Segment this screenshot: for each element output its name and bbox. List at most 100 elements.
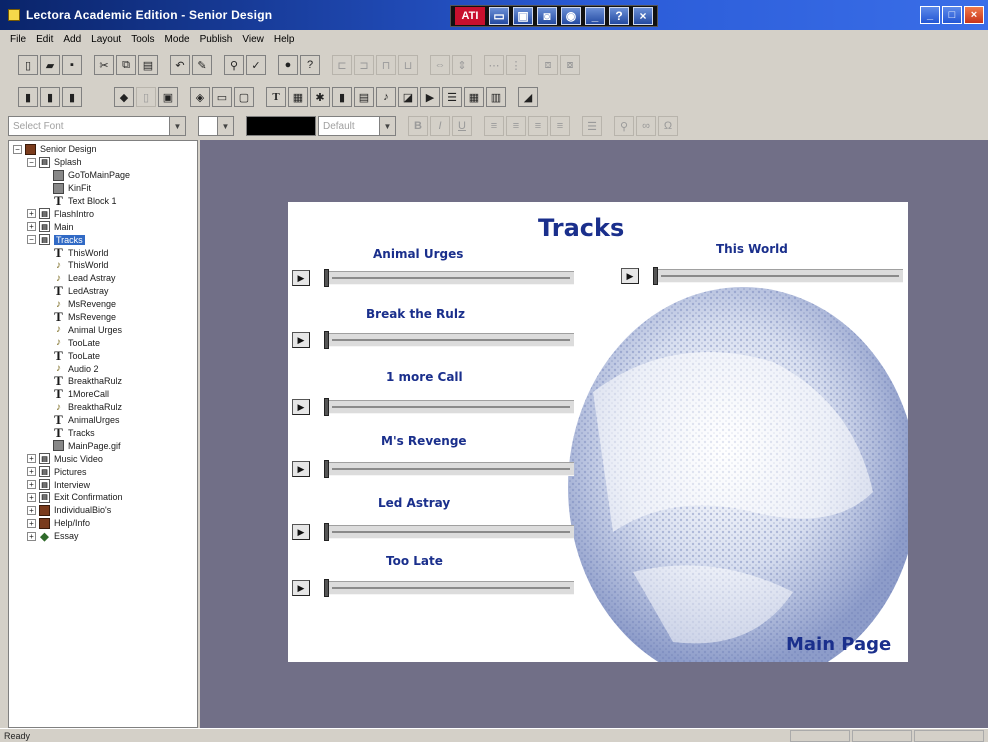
expand-icon[interactable]: + [27, 209, 36, 219]
slider-thumb[interactable] [324, 398, 329, 416]
slider-thumb[interactable] [324, 269, 329, 287]
collapse-icon[interactable]: − [27, 157, 36, 167]
document-icon[interactable]: ▤ [354, 87, 374, 107]
italic-button[interactable]: I [430, 116, 450, 136]
align-right-icon[interactable]: ⊓ [376, 55, 396, 75]
text-align-center-icon[interactable]: ≡ [506, 116, 526, 136]
collapse-icon[interactable]: − [13, 144, 22, 154]
section-icon[interactable]: ▮ [62, 87, 82, 107]
display-settings-icon[interactable]: ▣ [513, 7, 533, 25]
expand-icon[interactable]: + [27, 505, 36, 515]
flash-icon[interactable]: ▶ [420, 87, 440, 107]
zoom-icon[interactable]: ⚲ [614, 116, 634, 136]
tree-item[interactable]: − Senior Design [9, 143, 197, 156]
preview-icon[interactable]: ● [278, 55, 298, 75]
spell-check-icon[interactable]: ✓ [246, 55, 266, 75]
bullets-icon[interactable]: ☰ [582, 116, 602, 136]
expand-icon[interactable]: + [27, 454, 36, 464]
minimize-button[interactable]: _ [920, 6, 940, 24]
audio-seek-slider[interactable] [324, 269, 574, 287]
insert-special-icon[interactable]: Ω [658, 116, 678, 136]
tree-item[interactable]: − ▤ Tracks [9, 233, 197, 246]
menu-publish[interactable]: Publish [200, 34, 233, 45]
underline-button[interactable]: U [452, 116, 472, 136]
play-button[interactable]: ▶ [292, 580, 310, 596]
tree-item[interactable]: + ▤ Interview [9, 478, 197, 491]
play-button[interactable]: ▶ [292, 332, 310, 348]
color-icon[interactable]: ◉ [561, 7, 581, 25]
chevron-down-icon[interactable]: ▼ [217, 117, 233, 135]
form-icon[interactable]: ▢ [234, 87, 254, 107]
tree-item[interactable]: ♪ TooLate [9, 336, 197, 349]
tree-item[interactable]: T TooLate [9, 348, 197, 363]
tree-item[interactable]: T ThisWorld [9, 245, 197, 260]
align-top-icon[interactable]: ⊔ [398, 55, 418, 75]
maximize-button[interactable]: □ [942, 6, 962, 24]
space-horizontal-icon[interactable]: ⋯ [484, 55, 504, 75]
paste-icon[interactable]: ▤ [138, 55, 158, 75]
new-file-icon[interactable]: ▯ [18, 55, 38, 75]
tree-item[interactable]: + ◆ Essay [9, 530, 197, 543]
tv-icon[interactable]: ◙ [537, 7, 557, 25]
ati-help-button[interactable]: ? [609, 7, 629, 25]
play-button[interactable]: ▶ [292, 524, 310, 540]
slider-thumb[interactable] [324, 331, 329, 349]
action-icon[interactable]: ◈ [190, 87, 210, 107]
audio-seek-slider[interactable] [324, 398, 574, 416]
assessment-icon[interactable]: ◆ [114, 87, 134, 107]
open-folder-icon[interactable]: ▰ [40, 55, 60, 75]
ati-close-button[interactable]: × [633, 7, 653, 25]
align-center-icon[interactable]: ⊐ [354, 55, 374, 75]
chevron-down-icon[interactable]: ▼ [169, 117, 185, 135]
tree-item[interactable]: ♪ BreakthaRulz [9, 401, 197, 414]
space-vertical-icon[interactable]: ⋮ [506, 55, 526, 75]
publish-icon[interactable]: ◢ [518, 87, 538, 107]
slider-thumb[interactable] [324, 460, 329, 478]
button-icon[interactable]: ▭ [212, 87, 232, 107]
color-select[interactable]: Default ▼ [318, 116, 396, 136]
tree-item[interactable]: T Text Block 1 [9, 193, 197, 208]
tree-item[interactable]: ♪ ThisWorld [9, 259, 197, 272]
expand-icon[interactable]: + [27, 531, 36, 541]
bold-button[interactable]: B [408, 116, 428, 136]
tree-item[interactable]: + Help/Info [9, 517, 197, 530]
send-back-icon[interactable]: ⧇ [560, 55, 580, 75]
animation-icon[interactable]: ✱ [310, 87, 330, 107]
title-icon[interactable]: ▮ [18, 87, 38, 107]
audio-seek-slider[interactable] [324, 460, 574, 478]
tree-item[interactable]: + ▤ Music Video [9, 452, 197, 465]
bring-front-icon[interactable]: ⧈ [538, 55, 558, 75]
play-button[interactable]: ▶ [292, 399, 310, 415]
tree-item[interactable]: T LedAstray [9, 283, 197, 298]
text-align-right-icon[interactable]: ≡ [528, 116, 548, 136]
insert-link-icon[interactable]: ∞ [636, 116, 656, 136]
slider-thumb[interactable] [324, 579, 329, 597]
shape-icon[interactable]: ◪ [398, 87, 418, 107]
main-page-link[interactable]: Main Page [786, 634, 891, 655]
tree-item[interactable]: ♪ Audio 2 [9, 362, 197, 375]
menu-tools[interactable]: Tools [131, 34, 154, 45]
close-button[interactable]: × [964, 6, 984, 24]
tree-item[interactable]: T BreakthaRulz [9, 373, 197, 388]
align-left-icon[interactable]: ⊏ [332, 55, 352, 75]
undo-icon[interactable]: ↶ [170, 55, 190, 75]
text-justify-icon[interactable]: ≡ [550, 116, 570, 136]
tree-item[interactable]: ♪ Lead Astray [9, 272, 197, 285]
play-button[interactable]: ▶ [292, 270, 310, 286]
copy-icon[interactable]: ⧉ [116, 55, 136, 75]
audio-seek-slider[interactable] [653, 267, 903, 285]
tree-item[interactable]: ♪ MsRevenge [9, 298, 197, 311]
tree-item[interactable]: + ▤ FlashIntro [9, 207, 197, 220]
expand-icon[interactable]: + [27, 518, 36, 528]
save-icon[interactable]: ▪ [62, 55, 82, 75]
slider-thumb[interactable] [653, 267, 658, 285]
audio-seek-slider[interactable] [324, 331, 574, 349]
tree-item[interactable]: KinFit [9, 182, 197, 195]
menu-object-icon[interactable]: ▥ [486, 87, 506, 107]
collapse-icon[interactable]: − [27, 235, 36, 245]
menu-add[interactable]: Add [63, 34, 81, 45]
image-icon[interactable]: ▦ [288, 87, 308, 107]
tree-item[interactable]: + ▤ Exit Confirmation [9, 491, 197, 504]
progress-bar-icon[interactable]: ▦ [464, 87, 484, 107]
expand-icon[interactable]: + [27, 467, 36, 477]
